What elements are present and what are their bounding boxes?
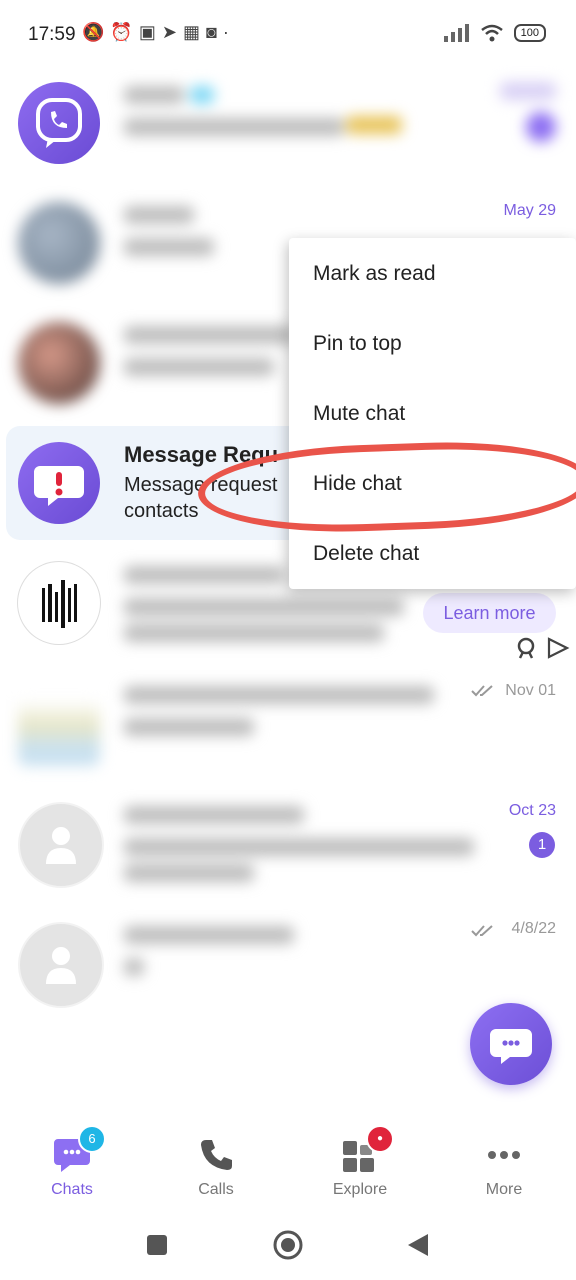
chat-date: May 29 (503, 202, 556, 219)
status-notification-icons: 🔕 ⏰ ▣ ➤ ▦ ◙ · (82, 22, 229, 43)
chat-row-viber[interactable] (0, 62, 576, 182)
message-requests-avatar (18, 442, 100, 524)
nfc-icon: ▣ (138, 22, 156, 42)
dot-icon: · (222, 22, 229, 42)
learn-more-button[interactable]: Learn more (423, 593, 556, 633)
barcode-logo-icon (42, 580, 77, 628)
nav-calls[interactable]: Calls (161, 1135, 271, 1199)
new-chat-icon (490, 1029, 532, 1064)
chat-owner-icon (517, 637, 535, 659)
nav-more[interactable]: More (449, 1135, 559, 1199)
person-icon (46, 947, 76, 984)
menu-item-mark-as-read[interactable]: Mark as read (313, 262, 436, 286)
status-time: 17:59 (28, 24, 76, 45)
contact-avatar (18, 684, 100, 766)
contact-avatar (18, 202, 100, 284)
nav-more-label: More (485, 1181, 523, 1198)
chat-context-menu: Mark as read Pin to top Mute chat Hide c… (289, 238, 576, 589)
more-dots-icon (484, 1135, 524, 1175)
system-navigation-bar (0, 1210, 576, 1280)
contact-avatar (18, 322, 100, 404)
nav-calls-label: Calls (198, 1181, 234, 1198)
menu-item-pin-to-top[interactable]: Pin to top (313, 332, 402, 356)
telegram-icon: ➤ (161, 22, 177, 42)
phone-icon (196, 1135, 236, 1175)
nav-chats[interactable]: 6 Chats (17, 1125, 127, 1199)
chat-preview-line2: contacts (124, 500, 199, 522)
read-ticks-icon (471, 685, 493, 697)
status-bar: 17:59 🔕 ⏰ ▣ ➤ ▦ ◙ · 100 (0, 0, 576, 70)
viber-logo-icon (36, 98, 82, 148)
message-request-icon (34, 466, 84, 506)
menu-item-delete-chat[interactable]: Delete chat (313, 542, 419, 566)
nav-explore-label: Explore (332, 1181, 388, 1198)
read-ticks-icon (471, 925, 493, 937)
instagram-icon: ◙ (205, 22, 217, 42)
chats-icon: 6 (52, 1125, 106, 1175)
alarm-icon: ⏰ (110, 22, 133, 42)
menu-item-mute-chat[interactable]: Mute chat (313, 402, 405, 426)
chat-date: 4/8/22 (511, 920, 556, 937)
muted-bell-icon: 🔕 (82, 22, 105, 42)
send-status-icon (547, 637, 570, 659)
default-avatar (18, 922, 104, 1008)
recents-button-icon[interactable] (146, 1234, 168, 1256)
chat-row[interactable]: Oct 23 1 (0, 782, 576, 902)
wifi-icon (480, 24, 503, 42)
battery-indicator: 100 (513, 24, 546, 42)
compose-button[interactable] (470, 1003, 552, 1085)
chat-date: Oct 23 (508, 802, 556, 819)
nav-chats-label: Chats (51, 1181, 93, 1198)
chat-date: Nov 01 (505, 682, 556, 699)
app-icon: ▦ (182, 22, 200, 42)
viber-avatar (18, 82, 100, 164)
chat-row[interactable]: Nov 01 (0, 662, 576, 782)
home-button-icon[interactable] (272, 1229, 304, 1261)
default-avatar (18, 802, 104, 888)
explore-icon: ● (340, 1125, 394, 1175)
person-icon (46, 827, 76, 864)
unread-badge: 1 (529, 832, 555, 858)
signal-icon (443, 24, 469, 42)
business-avatar (18, 562, 100, 644)
nav-explore[interactable]: ● Explore (305, 1125, 415, 1199)
back-button-icon[interactable] (406, 1232, 430, 1258)
chats-unread-badge: 6 (78, 1125, 106, 1153)
bottom-navigation: 6 Chats Calls ● Explore More (0, 1115, 576, 1210)
status-system-icons: 100 (443, 24, 546, 42)
explore-dot-badge: ● (366, 1125, 394, 1153)
